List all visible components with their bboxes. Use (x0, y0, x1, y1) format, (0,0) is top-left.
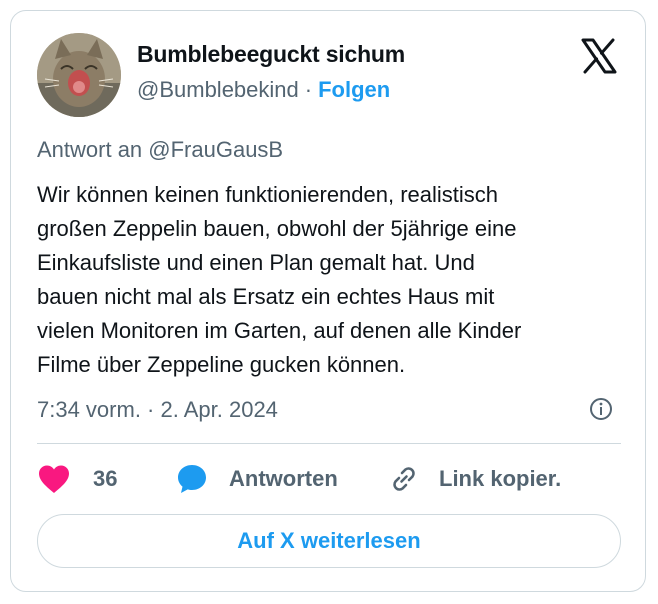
author-display-name[interactable]: Bumblebeeguckt sichum (137, 41, 405, 68)
read-more-button[interactable]: Auf X weiterlesen (37, 514, 621, 568)
author-handle[interactable]: @Bumblebekind (137, 77, 299, 102)
author-handle-row: @Bumblebekind · Folgen (137, 77, 390, 103)
reply-label: Antworten (229, 466, 338, 491)
separator-dot: · (304, 77, 313, 102)
x-logo-icon[interactable] (579, 36, 619, 76)
link-icon (387, 462, 421, 496)
like-count: 36 (93, 466, 118, 491)
avatar[interactable] (37, 33, 121, 117)
follow-button[interactable]: Folgen (318, 77, 390, 102)
avatar-cat-image (37, 33, 121, 117)
action-bar: 36 Antworten Link kopier. (37, 461, 621, 497)
speech-bubble-icon (175, 462, 209, 496)
copy-link-label: Link kopier. (439, 466, 562, 491)
tweet-text: Wir können keinen funktionierenden, real… (37, 182, 522, 377)
info-icon[interactable] (589, 397, 613, 421)
tweet-card: Bumblebeeguckt sichum @Bumblebekind · Folg… (10, 10, 646, 592)
divider (37, 443, 621, 444)
heart-icon (37, 464, 71, 494)
read-more-label: Auf X weiterlesen (237, 528, 421, 553)
tweet-timestamp[interactable]: 7:34 vorm. · 2. Apr. 2024 (37, 397, 278, 423)
reply-context[interactable]: Antwort an @FrauGausB (37, 137, 283, 163)
reply-button[interactable]: Antworten (175, 461, 338, 497)
copy-link-button[interactable]: Link kopier. (387, 461, 561, 497)
like-button[interactable]: 36 (37, 461, 117, 497)
